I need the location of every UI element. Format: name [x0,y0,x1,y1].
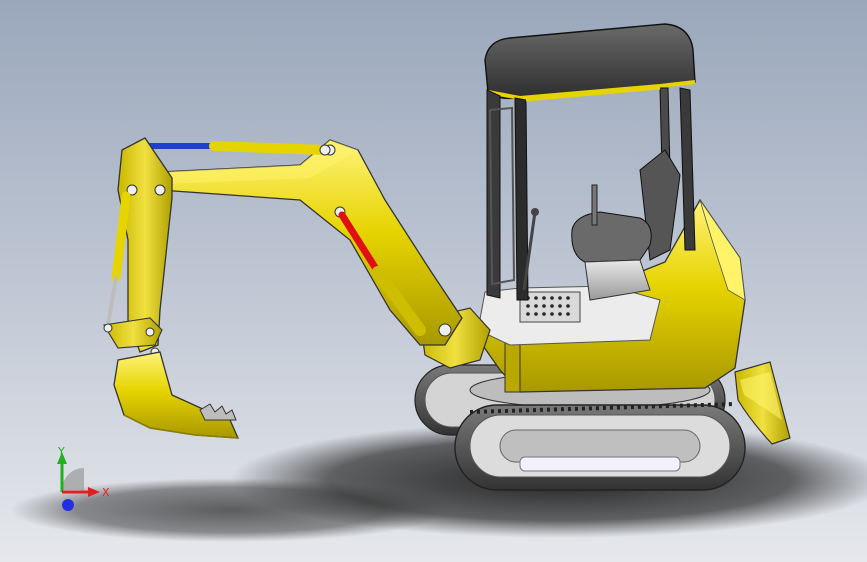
track-near[interactable] [454,402,746,491]
excavator-model[interactable]: Y X [0,0,867,562]
control-grid [519,291,581,323]
bucket-linkage[interactable] [103,317,163,357]
triad-x-label: X [102,486,110,499]
triad-y-label: Y [57,445,65,458]
bucket[interactable] [113,351,240,439]
arm-cylinder[interactable] [134,140,331,156]
triad-z-axis [62,499,74,511]
model-viewport[interactable]: Y X [0,0,867,562]
bucket-cylinder[interactable] [106,191,131,327]
boom[interactable] [159,139,463,346]
dozer-blade[interactable] [734,361,791,445]
